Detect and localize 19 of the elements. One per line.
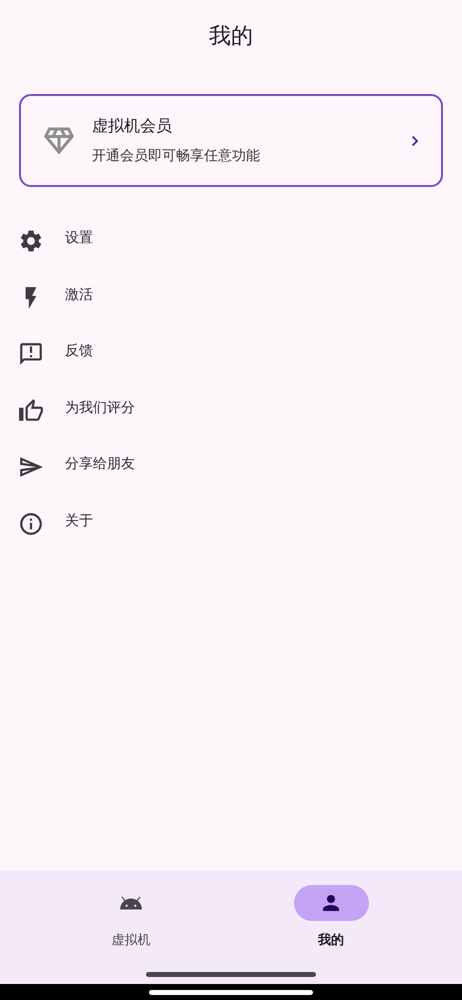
menu-item[interactable]: 设置 [18, 213, 443, 270]
nav-tab[interactable]: 我的 [266, 885, 396, 949]
chevron-right-icon [411, 134, 419, 146]
feedback-icon [18, 341, 44, 368]
menu-item[interactable]: 为我们评分 [18, 382, 443, 439]
home-handle[interactable] [149, 990, 313, 994]
menu-item[interactable]: 激活 [18, 270, 443, 326]
membership-subtitle: 开通会员即可畅享任意功能 [92, 147, 261, 165]
thumbs-up-icon [18, 398, 44, 424]
page-title: 我的 [208, 23, 254, 51]
membership-card[interactable]: 虚拟机会员 开通会员即可畅享任意功能 [19, 94, 443, 187]
menu-item[interactable]: 关于 [18, 496, 443, 552]
menu-item[interactable]: 分享给朋友 [18, 439, 443, 496]
android-icon [118, 895, 144, 911]
menu-item[interactable]: 反馈 [18, 326, 443, 382]
nav-tab[interactable]: 虚拟机 [66, 885, 196, 949]
settings-icon [18, 228, 44, 254]
info-icon [18, 510, 44, 537]
membership-title: 虚拟机会员 [92, 116, 173, 137]
